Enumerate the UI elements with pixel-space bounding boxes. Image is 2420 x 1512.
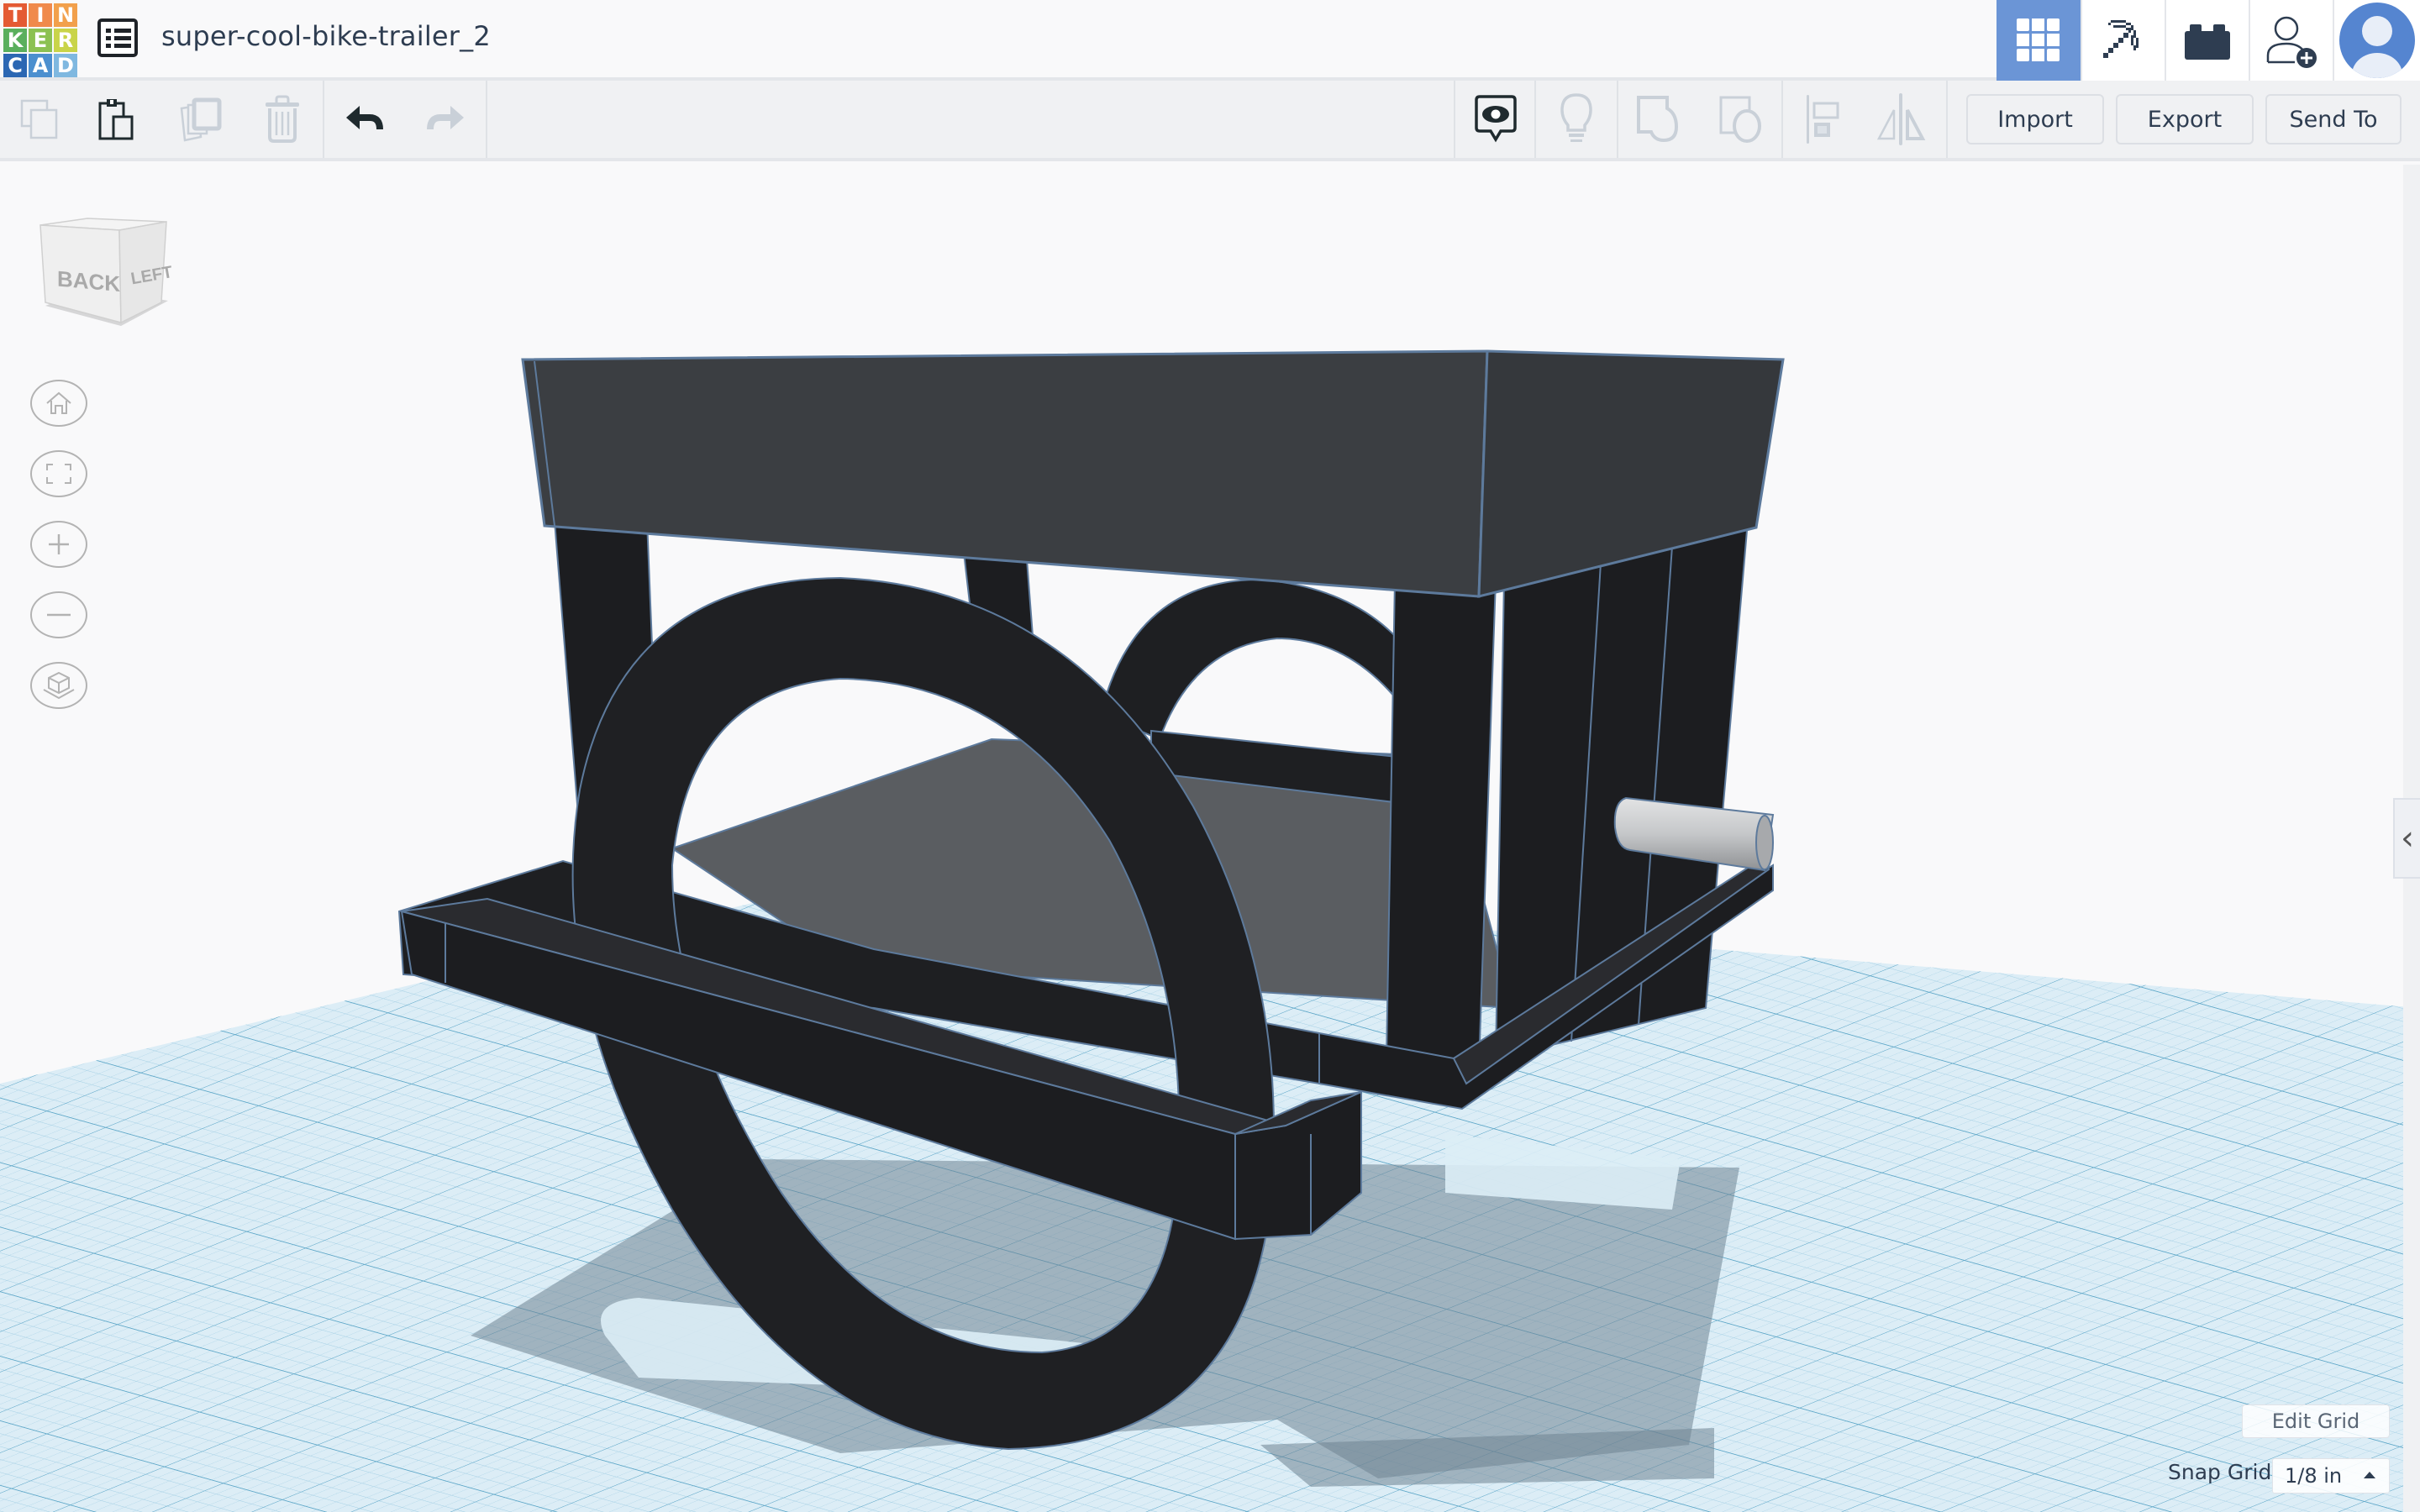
app-header: TIN KER CAD super-cool-bike-trailer_2 bbox=[0, 0, 2420, 81]
logo-tile: N bbox=[54, 3, 77, 27]
delete-button[interactable] bbox=[242, 81, 323, 158]
zoom-in-button[interactable] bbox=[30, 521, 87, 568]
snap-grid-label: Snap Grid bbox=[2168, 1460, 2272, 1484]
hint-button[interactable] bbox=[1536, 81, 1617, 158]
minecraft-view-button[interactable] bbox=[2081, 0, 2165, 81]
paste-button[interactable] bbox=[77, 81, 158, 158]
toolbar-divider bbox=[1946, 81, 1948, 158]
logo-tile: R bbox=[54, 29, 77, 52]
send-to-button[interactable]: Send To bbox=[2265, 94, 2402, 144]
plus-icon bbox=[49, 534, 69, 554]
home-icon bbox=[46, 391, 71, 414]
import-button[interactable]: Import bbox=[1966, 94, 2104, 144]
redo-button[interactable] bbox=[403, 81, 484, 158]
design-menu-button[interactable] bbox=[97, 18, 138, 57]
group-icon bbox=[1637, 96, 1679, 143]
copy-icon bbox=[20, 99, 58, 139]
duplicate-button[interactable] bbox=[161, 81, 242, 158]
invite-user-button[interactable] bbox=[2249, 0, 2333, 81]
document-title[interactable]: super-cool-bike-trailer_2 bbox=[161, 20, 491, 52]
logo-tile: I bbox=[29, 3, 52, 27]
mirror-icon bbox=[1876, 93, 1926, 145]
account-button[interactable] bbox=[2333, 0, 2420, 81]
align-button[interactable] bbox=[1783, 81, 1864, 158]
add-user-icon bbox=[2266, 16, 2317, 68]
tinkercad-logo[interactable]: TIN KER CAD bbox=[3, 3, 77, 77]
fit-icon bbox=[46, 464, 71, 484]
edit-grid-button[interactable]: Edit Grid bbox=[2242, 1404, 2390, 1438]
redo-icon bbox=[427, 106, 464, 130]
logo-tile: K bbox=[3, 29, 27, 52]
perspective-button[interactable] bbox=[30, 662, 87, 709]
lightbulb-icon bbox=[1560, 93, 1592, 142]
paste-icon bbox=[98, 99, 134, 140]
snap-grid-value: 1/8 in bbox=[2285, 1464, 2343, 1488]
lego-view-button[interactable] bbox=[2165, 0, 2249, 81]
3d-viewport[interactable]: BACK LEFT Edit Grid Snap Grid 1/8 in bbox=[0, 165, 2420, 1512]
copy-button[interactable] bbox=[0, 81, 81, 158]
duplicate-icon bbox=[180, 97, 222, 142]
zoom-out-button[interactable] bbox=[30, 591, 87, 638]
export-button[interactable]: Export bbox=[2116, 94, 2254, 144]
brick-icon bbox=[2185, 24, 2230, 60]
undo-icon bbox=[346, 106, 383, 130]
logo-tile: T bbox=[3, 3, 27, 27]
logo-tile: A bbox=[29, 54, 52, 77]
3d-design-view-button[interactable] bbox=[1996, 0, 2081, 81]
home-view-button[interactable] bbox=[30, 380, 87, 427]
cargo-box-top[interactable] bbox=[521, 349, 1785, 598]
view-cube[interactable]: BACK LEFT bbox=[34, 215, 176, 349]
ungroup-button[interactable] bbox=[1701, 81, 1781, 158]
chevron-left-icon: ‹ bbox=[2401, 819, 2414, 858]
align-icon bbox=[1807, 95, 1839, 144]
logo-tile: C bbox=[3, 54, 27, 77]
minus-icon bbox=[47, 613, 71, 617]
ungroup-icon bbox=[1719, 96, 1761, 143]
avatar-icon bbox=[2339, 3, 2415, 78]
caret-up-icon bbox=[2364, 1472, 2375, 1478]
fit-view-button[interactable] bbox=[30, 450, 87, 497]
logo-tile: E bbox=[29, 29, 52, 52]
pickaxe-icon bbox=[2103, 20, 2139, 58]
eye-bubble-icon bbox=[1475, 95, 1517, 143]
main-toolbar: Import Export Send To bbox=[0, 81, 2420, 161]
undo-button[interactable] bbox=[326, 81, 407, 158]
toolbar-divider bbox=[486, 81, 487, 158]
back-wheel[interactable] bbox=[1099, 578, 1413, 741]
workplane-scene[interactable] bbox=[0, 165, 2420, 1512]
mirror-button[interactable] bbox=[1860, 81, 1941, 158]
logo-tile: D bbox=[54, 54, 77, 77]
show-all-button[interactable] bbox=[1455, 81, 1536, 158]
snap-grid-select[interactable]: 1/8 in bbox=[2272, 1458, 2390, 1494]
header-actions bbox=[1996, 0, 2420, 81]
grid-icon bbox=[2017, 18, 2060, 61]
toolbar-divider bbox=[323, 81, 324, 158]
group-button[interactable] bbox=[1618, 81, 1699, 158]
side-panel-toggle[interactable]: ‹ bbox=[2393, 798, 2420, 879]
cube-icon bbox=[43, 671, 75, 700]
trash-icon bbox=[266, 95, 299, 143]
